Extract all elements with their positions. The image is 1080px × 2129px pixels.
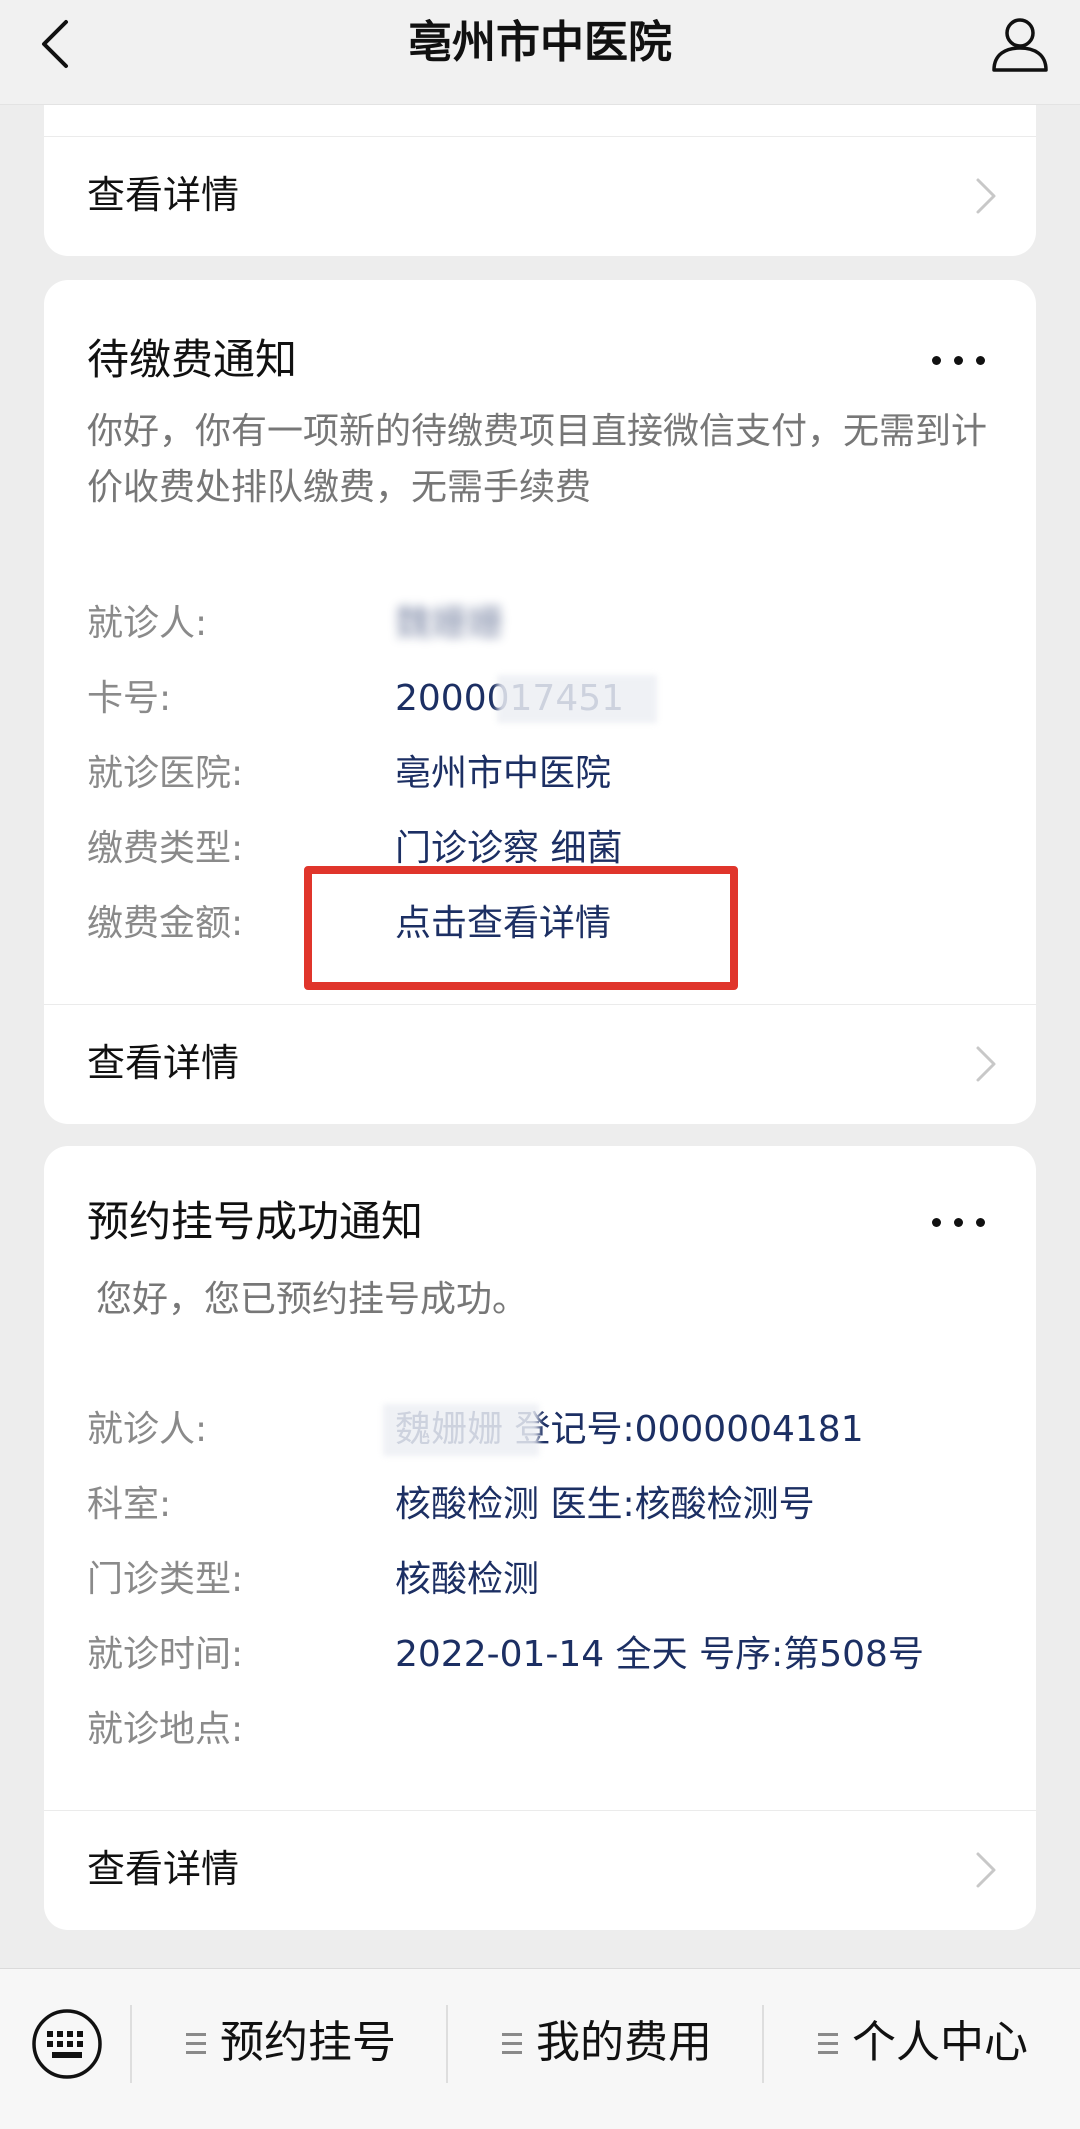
field-hospital: 就诊医院: 亳州市中医院 bbox=[87, 748, 997, 800]
chevron-right-icon bbox=[974, 176, 998, 216]
menu-item-appointment[interactable]: 预约挂号 bbox=[186, 2013, 426, 2073]
field-label: 就诊医院: bbox=[87, 753, 244, 794]
field-patient: 就诊人: 魏姗姗 bbox=[87, 598, 997, 650]
card-title: 预约挂号成功通知 bbox=[87, 1197, 424, 1246]
more-dots-icon[interactable] bbox=[932, 1212, 988, 1232]
menu-lines-icon bbox=[502, 2033, 522, 2055]
field-patient: 就诊人: 魏姗姗 登记号:0000004181 bbox=[87, 1404, 997, 1456]
field-visit-location: 就诊地点: bbox=[87, 1704, 997, 1756]
menu-divider bbox=[762, 2005, 764, 2083]
field-label: 卡号: bbox=[87, 678, 172, 719]
field-label: 科室: bbox=[87, 1484, 172, 1525]
field-label: 缴费金额: bbox=[87, 903, 244, 944]
chevron-right-icon bbox=[974, 1850, 998, 1890]
card-title: 待缴费通知 bbox=[87, 335, 298, 384]
field-department: 科室: 核酸检测 医生:核酸检测号 bbox=[87, 1479, 997, 1531]
redaction-blur bbox=[383, 1404, 539, 1456]
view-details-label: 查看详情 bbox=[87, 173, 240, 217]
field-label: 就诊人: bbox=[87, 603, 208, 644]
field-label: 就诊人: bbox=[87, 1409, 208, 1450]
menu-item-label: 我的费用 bbox=[536, 2017, 712, 2068]
view-details-label: 查看详情 bbox=[87, 1041, 240, 1085]
card-description: 您好，您已预约挂号成功。 bbox=[96, 1279, 529, 1320]
field-label: 就诊地点: bbox=[87, 1709, 244, 1750]
nav-bar: 亳州市中医院 bbox=[0, 0, 1080, 105]
menu-lines-icon bbox=[186, 2033, 206, 2055]
menu-item-personal-center[interactable]: 个人中心 bbox=[818, 2013, 1058, 2073]
highlight-box bbox=[304, 866, 738, 990]
field-value: 核酸检测 bbox=[395, 1559, 540, 1600]
card-description: 你好，你有一项新的待缴费项目直接微信支付，无需到计价收费处排队缴费，无需手续费 bbox=[87, 411, 988, 508]
menu-item-label: 个人中心 bbox=[852, 2017, 1028, 2068]
keyboard-icon[interactable] bbox=[30, 2007, 104, 2081]
menu-lines-icon bbox=[818, 2033, 838, 2055]
field-label: 缴费类型: bbox=[87, 828, 244, 869]
view-details-row[interactable]: 查看详情 bbox=[44, 1810, 1036, 1929]
field-label: 门诊类型: bbox=[87, 1559, 244, 1600]
menu-divider bbox=[130, 2005, 132, 2083]
view-details-label: 查看详情 bbox=[87, 1847, 240, 1891]
field-visit-time: 就诊时间: 2022-01-14 全天 号序:第508号 bbox=[87, 1629, 997, 1681]
menu-item-my-fees[interactable]: 我的费用 bbox=[502, 2013, 742, 2073]
view-details-row[interactable]: 查看详情 bbox=[44, 136, 1036, 255]
user-icon[interactable] bbox=[988, 12, 1052, 76]
chevron-right-icon bbox=[974, 1044, 998, 1084]
menu-item-label: 预约挂号 bbox=[220, 2017, 396, 2068]
bottom-menu-bar: 预约挂号 我的费用 个人中心 bbox=[0, 1968, 1080, 2129]
page-title: 亳州市中医院 bbox=[408, 17, 672, 68]
field-value: 核酸检测 医生:核酸检测号 bbox=[395, 1484, 815, 1525]
more-dots-icon[interactable] bbox=[932, 350, 988, 370]
menu-divider bbox=[446, 2005, 448, 2083]
field-value: 2022-01-14 全天 号序:第508号 bbox=[395, 1634, 924, 1675]
view-details-row[interactable]: 查看详情 bbox=[44, 1004, 1036, 1123]
message-card-fee-notice: 待缴费通知 你好，你有一项新的待缴费项目直接微信支付，无需到计价收费处排队缴费，… bbox=[44, 280, 1036, 1124]
field-value: 亳州市中医院 bbox=[395, 753, 612, 794]
field-value: 魏姗姗 bbox=[395, 603, 504, 644]
redaction-blur bbox=[497, 675, 657, 723]
message-card-appointment: 预约挂号成功通知 您好，您已预约挂号成功。 就诊人: 魏姗姗 登记号:00000… bbox=[44, 1146, 1036, 1930]
field-card-number: 卡号: 2000017451 bbox=[87, 673, 997, 725]
field-clinic-type: 门诊类型: 核酸检测 bbox=[87, 1554, 997, 1606]
field-label: 就诊时间: bbox=[87, 1634, 244, 1675]
